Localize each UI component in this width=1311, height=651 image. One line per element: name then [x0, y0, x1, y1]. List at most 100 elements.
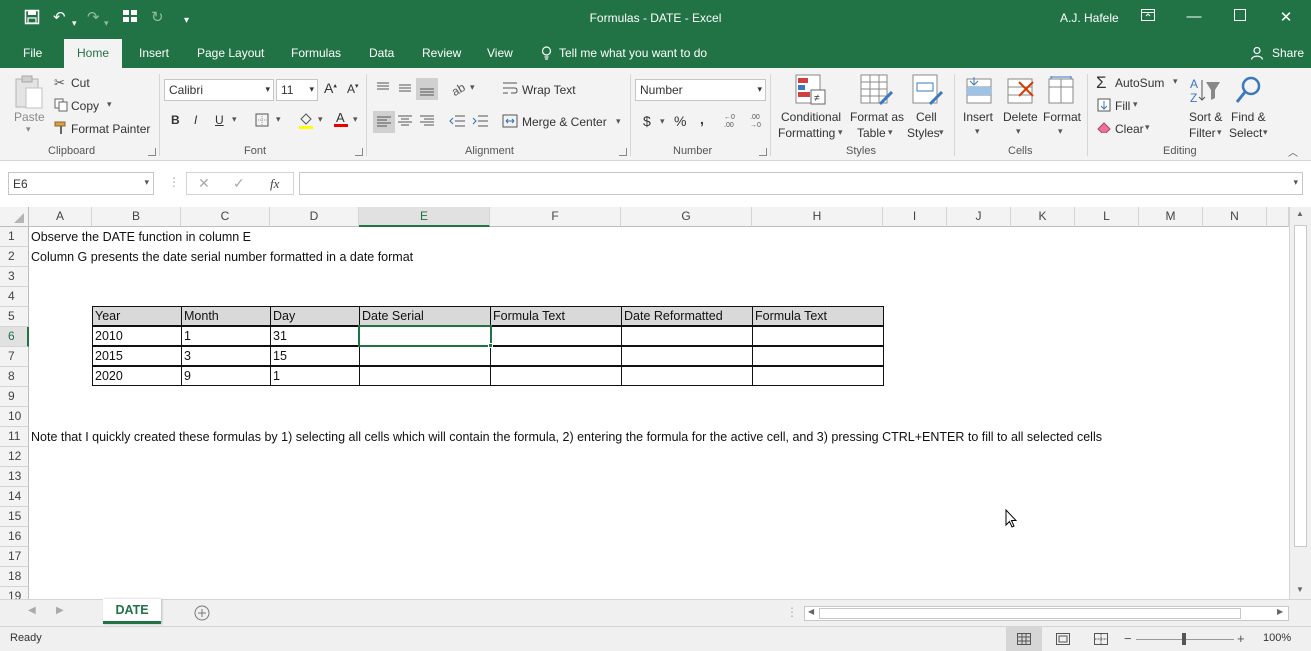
table-cell[interactable]: 9: [181, 366, 271, 386]
drag-handle-icon[interactable]: ⋮: [168, 175, 180, 189]
row-header-2[interactable]: 2: [0, 247, 29, 267]
tab-page-layout[interactable]: Page Layout: [197, 46, 264, 60]
row-header-9[interactable]: 9: [0, 387, 29, 407]
row-header-10[interactable]: 10: [0, 407, 29, 427]
table-cell[interactable]: 15: [270, 346, 360, 366]
delete-cells-dropdown-icon[interactable]: ▾: [1016, 126, 1021, 137]
merge-center-button[interactable]: Merge & Center: [522, 115, 607, 129]
row-header-8[interactable]: 8: [0, 367, 29, 387]
clipboard-launcher-icon[interactable]: [148, 148, 156, 156]
format-as-table-button[interactable]: Format as: [850, 110, 904, 124]
cell-styles-dropdown-icon[interactable]: ▾: [939, 127, 944, 138]
row-header-17[interactable]: 17: [0, 547, 29, 567]
page-break-view-icon[interactable]: [1094, 633, 1108, 648]
sort-filter-dropdown-icon[interactable]: ▾: [1217, 127, 1222, 138]
share-button[interactable]: Share: [1272, 46, 1304, 60]
decrease-font-icon[interactable]: A▾: [347, 82, 359, 96]
scroll-left-icon[interactable]: ◀: [808, 607, 814, 616]
delete-cells-button[interactable]: Delete: [1003, 110, 1038, 124]
table-header-day[interactable]: Day: [270, 306, 360, 326]
autosum-dropdown-icon[interactable]: ▾: [1173, 76, 1178, 87]
row-header-13[interactable]: 13: [0, 467, 29, 487]
tab-home[interactable]: Home: [64, 39, 123, 68]
tab-formulas[interactable]: Formulas: [291, 46, 341, 60]
find-select-button[interactable]: Find &: [1231, 110, 1266, 124]
table-header-formula-text[interactable]: Formula Text: [490, 306, 622, 326]
conditional-dropdown-icon[interactable]: ▾: [838, 127, 843, 138]
user-name[interactable]: A.J. Hafele: [1060, 11, 1119, 25]
table-cell[interactable]: 1: [181, 326, 271, 346]
table-cell[interactable]: [621, 326, 753, 346]
table-cell[interactable]: [752, 326, 884, 346]
increase-font-icon[interactable]: A▴: [324, 80, 337, 96]
table-cell[interactable]: [490, 346, 622, 366]
underline-dropdown-icon[interactable]: ▾: [232, 114, 237, 125]
scroll-up-icon[interactable]: ▲: [1296, 209, 1304, 218]
table-cell[interactable]: 2020: [92, 366, 182, 386]
row-header-7[interactable]: 7: [0, 347, 29, 367]
table-cell[interactable]: 3: [181, 346, 271, 366]
table-cell[interactable]: [490, 326, 622, 346]
table-cell[interactable]: [621, 346, 753, 366]
table-cell[interactable]: 2010: [92, 326, 182, 346]
table-cell[interactable]: [752, 346, 884, 366]
tell-me-input[interactable]: Tell me what you want to do: [559, 46, 707, 60]
formula-input[interactable]: ▾: [299, 172, 1303, 195]
increase-indent-icon[interactable]: [472, 114, 488, 131]
zoom-out-icon[interactable]: −: [1124, 631, 1132, 646]
column-header-n[interactable]: N: [1203, 207, 1267, 227]
column-header-b[interactable]: B: [92, 207, 181, 227]
row-header-11[interactable]: 11: [0, 427, 29, 447]
paste-button[interactable]: Paste: [14, 110, 45, 124]
copy-button[interactable]: Copy: [71, 99, 99, 113]
column-header-g[interactable]: G: [621, 207, 752, 227]
table-cell[interactable]: [359, 346, 491, 366]
conditional-formatting-button[interactable]: Conditional: [781, 110, 841, 124]
italic-button[interactable]: I: [194, 113, 197, 127]
format-cells-button[interactable]: Format: [1043, 110, 1081, 124]
insert-cells-dropdown-icon[interactable]: ▾: [975, 126, 980, 137]
tab-view[interactable]: View: [487, 46, 513, 60]
row-header-16[interactable]: 16: [0, 527, 29, 547]
row-header-3[interactable]: 3: [0, 267, 29, 287]
zoom-slider-thumb[interactable]: [1182, 633, 1186, 645]
decrease-decimal-icon[interactable]: .00 →0: [748, 112, 766, 131]
clear-dropdown-icon[interactable]: ▾: [1145, 122, 1150, 133]
tab-data[interactable]: Data: [369, 46, 394, 60]
align-right-icon[interactable]: [420, 115, 434, 130]
row-header-12[interactable]: 12: [0, 447, 29, 467]
font-color-dropdown-icon[interactable]: ▾: [353, 114, 358, 125]
currency-button[interactable]: $: [643, 113, 651, 129]
minimize-icon[interactable]: —: [1184, 8, 1204, 25]
percent-button[interactable]: %: [674, 113, 686, 129]
borders-icon[interactable]: [255, 113, 269, 130]
paste-icon[interactable]: [13, 74, 45, 115]
sheet-tab-date[interactable]: DATE: [103, 599, 161, 624]
zoom-level[interactable]: 100%: [1263, 632, 1291, 644]
prev-sheet-icon[interactable]: ◀: [28, 605, 36, 616]
align-center-icon[interactable]: [398, 115, 412, 130]
find-select-dropdown-icon[interactable]: ▾: [1263, 127, 1268, 138]
insert-function-button[interactable]: fx: [270, 176, 279, 192]
name-box[interactable]: E6 ▾: [8, 172, 154, 195]
paste-dropdown-icon[interactable]: ▾: [26, 124, 31, 135]
increase-decimal-icon[interactable]: ←0.00: [724, 112, 742, 131]
cell-a11[interactable]: Note that I quickly created these formul…: [31, 427, 1102, 447]
table-header-year[interactable]: Year: [92, 306, 182, 326]
number-format-select[interactable]: Number ▾: [635, 79, 766, 101]
align-left-icon[interactable]: [373, 111, 395, 133]
format-painter-button[interactable]: Format Painter: [71, 122, 150, 136]
share-icon[interactable]: [1250, 46, 1264, 63]
tab-insert[interactable]: Insert: [139, 46, 169, 60]
row-header-1[interactable]: 1: [0, 227, 29, 247]
table-cell[interactable]: [752, 366, 884, 386]
tab-review[interactable]: Review: [422, 46, 461, 60]
row-header-6[interactable]: 6: [0, 327, 29, 347]
next-sheet-icon[interactable]: ▶: [56, 605, 64, 616]
autosum-button[interactable]: AutoSum: [1115, 76, 1164, 90]
format-cells-dropdown-icon[interactable]: ▾: [1058, 126, 1063, 137]
column-header-c[interactable]: C: [181, 207, 270, 227]
fill-color-icon[interactable]: [298, 111, 314, 132]
table-header-date-serial[interactable]: Date Serial: [359, 306, 491, 326]
underline-button[interactable]: U: [215, 113, 224, 127]
